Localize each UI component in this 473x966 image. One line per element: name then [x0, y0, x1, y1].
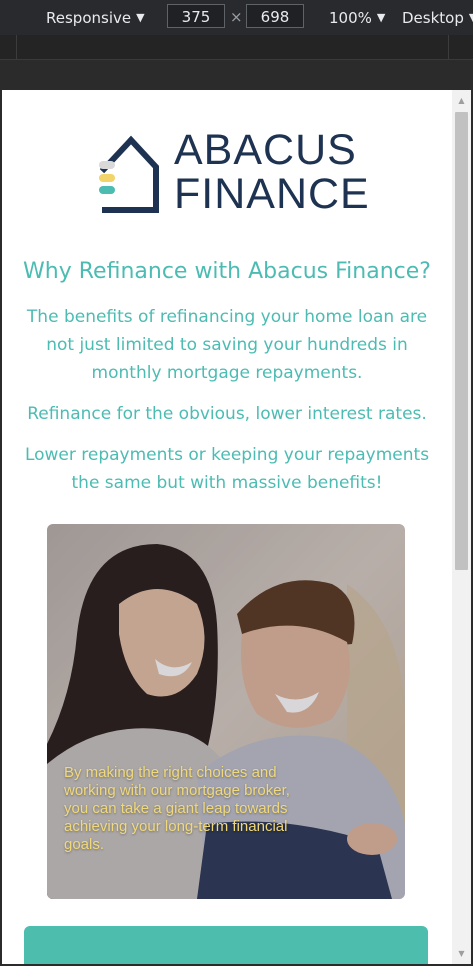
abacus-finance-logo[interactable]: ABACUS FINANCE [98, 128, 369, 216]
zoom-dropdown[interactable]: 100% ▼ [329, 0, 385, 35]
device-type-label: Desktop [402, 9, 464, 27]
logo-wordmark: ABACUS FINANCE [174, 128, 370, 216]
dimension-separator: × [230, 8, 243, 26]
scrollbar-thumb[interactable] [455, 112, 468, 570]
ruler-divider [16, 35, 17, 59]
dot-yellow [99, 174, 115, 182]
chevron-down-icon: ▼ [136, 11, 145, 24]
paragraph-repayments: Lower repayments or keeping your repayme… [24, 445, 430, 493]
page-content: ABACUS FINANCE Why Refinance with Abacus… [2, 90, 452, 964]
device-mode-label: Responsive [46, 9, 132, 27]
scroll-up-arrow-icon[interactable]: ▲ [452, 92, 471, 109]
section-heading: Why Refinance with Abacus Finance? [23, 259, 431, 284]
chevron-down-icon: ▼ [469, 11, 473, 24]
vertical-scrollbar[interactable]: ▲ ▼ [452, 90, 471, 964]
dot-teal [99, 186, 115, 194]
width-input[interactable]: 375 [167, 4, 225, 28]
house-icon [99, 135, 159, 213]
paragraph-interest: Refinance for the obvious, lower interes… [27, 404, 427, 424]
devtools-toolbar: Responsive ▼ 375 × 698 100% ▼ Desktop ▼ [0, 0, 473, 36]
device-type-dropdown[interactable]: Desktop ▼ [402, 0, 473, 35]
logo-line-1: ABACUS [174, 126, 357, 174]
device-viewport: ABACUS FINANCE Why Refinance with Abacus… [2, 90, 471, 964]
couple-photo: By making the right choices and working … [47, 524, 405, 899]
media-query-bar[interactable] [0, 35, 473, 60]
height-input[interactable]: 698 [246, 4, 304, 28]
scroll-down-arrow-icon[interactable]: ▼ [452, 945, 471, 962]
zoom-label: 100% [329, 9, 372, 27]
dot-grey [99, 161, 115, 169]
cta-button[interactable] [24, 926, 428, 964]
device-mode-dropdown[interactable]: Responsive ▼ [46, 0, 145, 35]
paragraph-benefits: The benefits of refinancing your home lo… [26, 307, 428, 383]
logo-line-2: FINANCE [174, 170, 370, 218]
chevron-down-icon: ▼ [376, 11, 386, 24]
ruler-divider [448, 35, 449, 59]
devtools-gutter [0, 60, 473, 90]
photo-caption: By making the right choices and working … [64, 764, 290, 853]
